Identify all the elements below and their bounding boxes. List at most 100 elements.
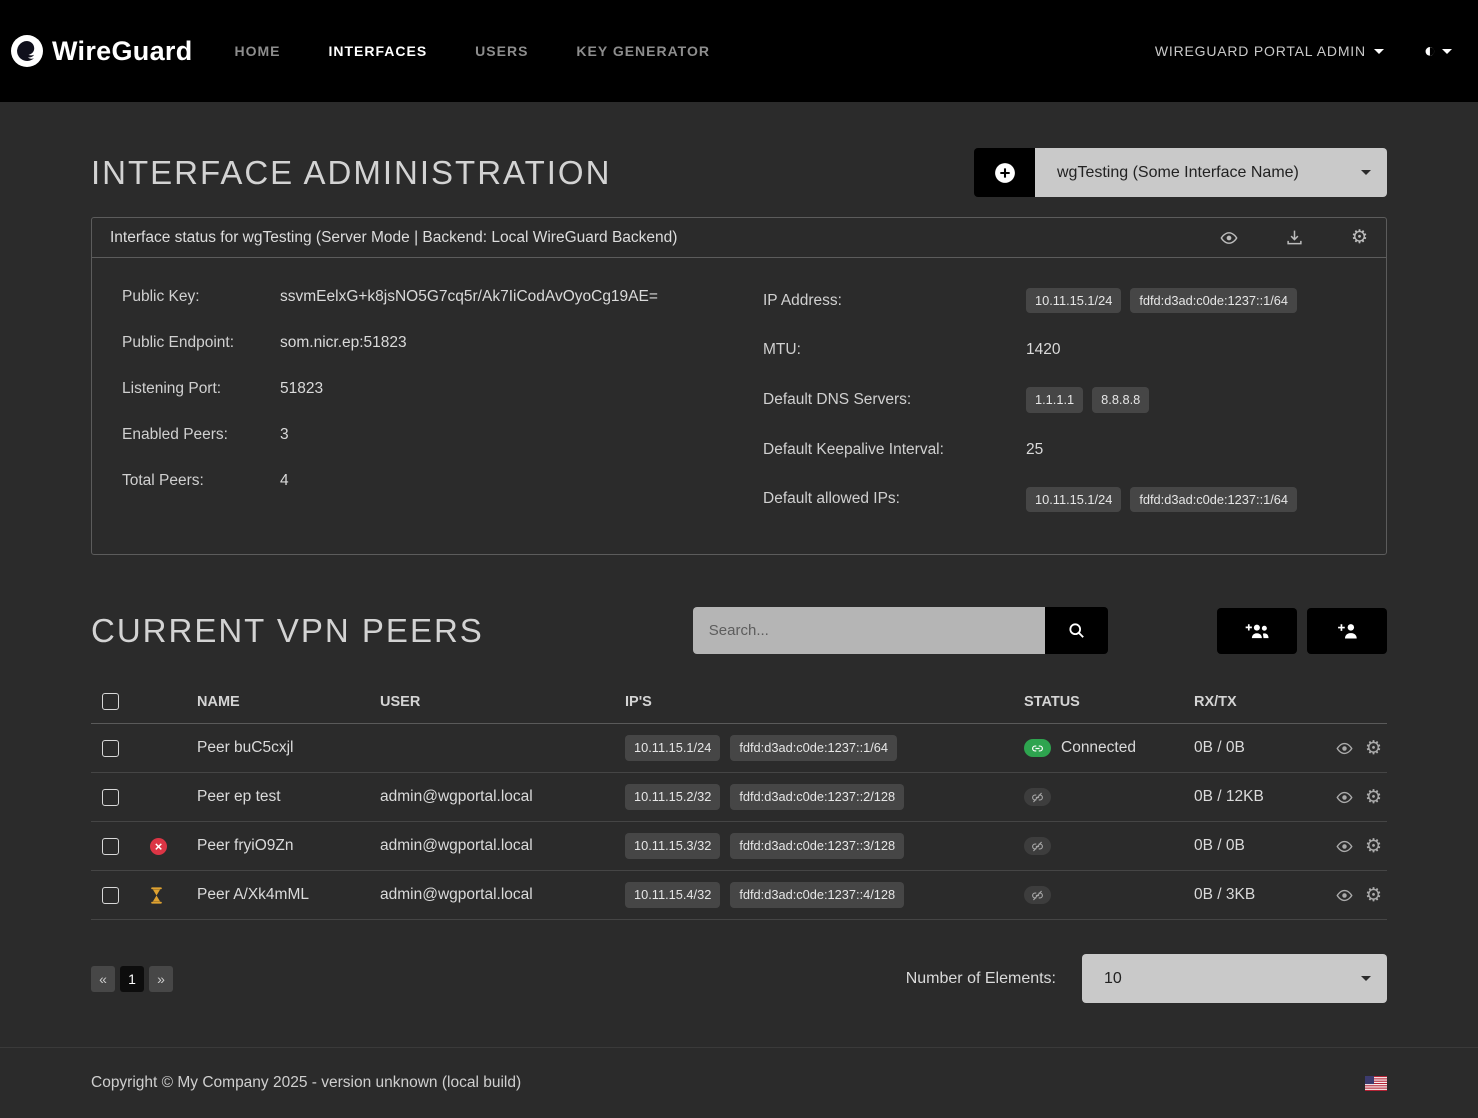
footer: Copyright © My Company 2025 - version un… — [0, 1047, 1478, 1118]
peer-rxtx: 0B / 0B — [1194, 837, 1336, 855]
add-users-icon — [1244, 621, 1271, 640]
table-row: Peer buC5cxjl 10.11.15.1/24 fdfd:d3ad:c0… — [91, 724, 1387, 773]
pagination: « 1 » — [91, 966, 173, 992]
chevron-down-icon — [1361, 976, 1371, 981]
edit-interface-gear-icon[interactable]: ⚙ — [1351, 228, 1368, 247]
chevron-down-icon — [1442, 49, 1452, 54]
interface-select[interactable]: wgTesting (Some Interface Name) — [1035, 148, 1387, 197]
field-label: Default Keepalive Interval: — [763, 441, 1026, 459]
field-label: Listening Port: — [122, 380, 280, 398]
dns-badge: 8.8.8.8 — [1092, 387, 1149, 412]
peer-ip-badge: 10.11.15.1/24 — [625, 735, 720, 760]
listening-port-value: 51823 — [280, 380, 323, 398]
peer-name: Peer A/Xk4mML — [197, 886, 380, 904]
language-us-flag-icon[interactable] — [1365, 1076, 1387, 1091]
chevron-down-icon — [1374, 49, 1384, 54]
allowed-ip-badge: 10.11.15.1/24 — [1026, 487, 1121, 512]
theme-toggle-dropdown[interactable]: ◐ — [1424, 41, 1452, 61]
view-peer-eye-icon[interactable] — [1336, 740, 1353, 757]
peer-rxtx: 0B / 3KB — [1194, 886, 1336, 904]
field-label: Default allowed IPs: — [763, 490, 1026, 508]
select-all-checkbox[interactable] — [102, 693, 119, 710]
nav-item-users[interactable]: USERS — [475, 43, 528, 59]
mtu-value: 1420 — [1026, 341, 1060, 359]
add-multiple-peers-button[interactable] — [1217, 608, 1297, 654]
disconnected-link-slash-icon — [1024, 837, 1051, 855]
nav-item-key-generator[interactable]: KEY GENERATOR — [576, 43, 710, 59]
peer-ip-badge: 10.11.15.4/32 — [625, 882, 720, 907]
keepalive-value: 25 — [1026, 441, 1043, 459]
row-checkbox[interactable] — [102, 789, 119, 806]
peer-user: admin@wgportal.local — [380, 886, 625, 904]
interface-select-value: wgTesting (Some Interface Name) — [1057, 164, 1299, 182]
peer-rxtx: 0B / 12KB — [1194, 788, 1336, 806]
field-label: Default DNS Servers: — [763, 391, 1026, 409]
table-header-row: NAME USER IP'S STATUS RX/TX — [91, 680, 1387, 724]
download-config-icon[interactable] — [1286, 229, 1303, 246]
brand-label: WireGuard — [52, 36, 192, 67]
table-row: Peer A/Xk4mML admin@wgportal.local 10.11… — [91, 871, 1387, 920]
allowed-ip-badge: fdfd:d3ad:c0de:1237::1/64 — [1130, 487, 1297, 512]
view-peer-eye-icon[interactable] — [1336, 789, 1353, 806]
peer-name: Peer buC5cxjl — [197, 739, 380, 757]
add-user-icon — [1336, 621, 1359, 640]
user-menu-label: WIREGUARD PORTAL ADMIN — [1155, 43, 1366, 59]
plus-circle-icon — [994, 162, 1016, 184]
public-key-value: ssvmEelxG+k8jsNO5G7cq5r/Ak7IiCodAvOyoCg1… — [280, 288, 658, 306]
wireguard-logo-icon — [10, 34, 44, 68]
add-interface-button[interactable] — [974, 148, 1035, 197]
table-row: Peer ep test admin@wgportal.local 10.11.… — [91, 773, 1387, 822]
peer-ip-badge: 10.11.15.2/32 — [625, 784, 720, 809]
peer-ip-badge: 10.11.15.3/32 — [625, 833, 720, 858]
search-button[interactable] — [1045, 607, 1108, 654]
edit-peer-gear-icon[interactable]: ⚙ — [1365, 788, 1382, 807]
nav-item-home[interactable]: HOME — [234, 43, 280, 59]
pagination-prev-button[interactable]: « — [91, 966, 115, 992]
row-checkbox[interactable] — [102, 838, 119, 855]
add-peer-button[interactable] — [1307, 608, 1387, 654]
page-size-label: Number of Elements: — [906, 970, 1056, 988]
disconnected-link-slash-icon — [1024, 886, 1051, 904]
edit-peer-gear-icon[interactable]: ⚙ — [1365, 886, 1382, 905]
disconnected-link-slash-icon — [1024, 788, 1051, 806]
peer-ip-badge: fdfd:d3ad:c0de:1237::3/128 — [730, 833, 904, 858]
field-label: Public Endpoint: — [122, 334, 280, 352]
peer-name: Peer ep test — [197, 788, 380, 806]
peer-user: admin@wgportal.local — [380, 837, 625, 855]
edit-peer-gear-icon[interactable]: ⚙ — [1365, 837, 1382, 856]
ip-badge: 10.11.15.1/24 — [1026, 288, 1121, 313]
peer-disabled-icon: × — [150, 838, 167, 855]
peer-ip-badge: fdfd:d3ad:c0de:1237::1/64 — [730, 735, 897, 760]
interface-status-title: Interface status for wgTesting (Server M… — [110, 229, 677, 247]
page-size-select[interactable]: 10 — [1082, 954, 1387, 1003]
row-checkbox[interactable] — [102, 740, 119, 757]
pagination-page-1-button[interactable]: 1 — [120, 966, 144, 992]
view-config-eye-icon[interactable] — [1220, 229, 1238, 247]
nav-item-interfaces[interactable]: INTERFACES — [328, 43, 427, 59]
peer-expiring-hourglass-icon — [150, 887, 163, 904]
dns-badge: 1.1.1.1 — [1026, 387, 1083, 412]
view-peer-eye-icon[interactable] — [1336, 838, 1353, 855]
peer-name: Peer fryiO9Zn — [197, 837, 380, 855]
field-label: Total Peers: — [122, 472, 280, 490]
brand[interactable]: WireGuard — [10, 34, 192, 68]
chevron-down-icon — [1361, 170, 1371, 175]
column-header-status: STATUS — [1024, 694, 1194, 710]
column-header-user: USER — [380, 694, 625, 710]
search-icon — [1068, 622, 1085, 639]
view-peer-eye-icon[interactable] — [1336, 887, 1353, 904]
column-header-rxtx: RX/TX — [1194, 694, 1336, 710]
peers-title: CURRENT VPN PEERS — [91, 612, 484, 650]
status-label: Connected — [1061, 739, 1136, 757]
peer-ip-badge: fdfd:d3ad:c0de:1237::2/128 — [730, 784, 904, 809]
peers-table: NAME USER IP'S STATUS RX/TX Peer buC5cxj… — [91, 680, 1387, 920]
user-menu-dropdown[interactable]: WIREGUARD PORTAL ADMIN — [1155, 43, 1384, 59]
pagination-next-button[interactable]: » — [149, 966, 173, 992]
page-size-value: 10 — [1104, 970, 1122, 988]
total-peers-value: 4 — [280, 472, 289, 490]
row-checkbox[interactable] — [102, 887, 119, 904]
peer-search-input[interactable] — [693, 607, 1045, 654]
edit-peer-gear-icon[interactable]: ⚙ — [1365, 739, 1382, 758]
table-row: × Peer fryiO9Zn admin@wgportal.local 10.… — [91, 822, 1387, 871]
field-label: Public Key: — [122, 288, 280, 306]
